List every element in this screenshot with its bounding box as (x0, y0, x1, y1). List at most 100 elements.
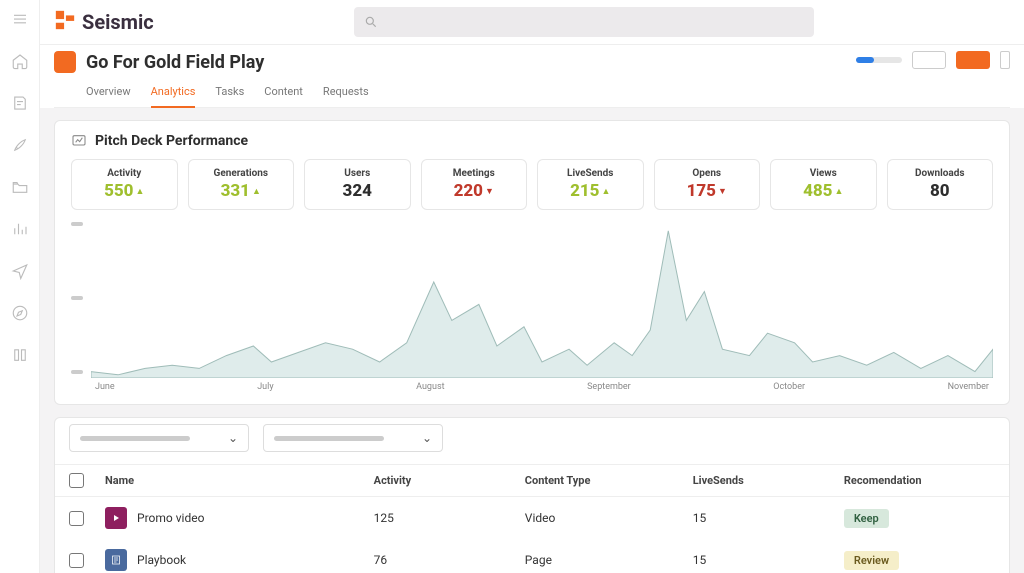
note-icon[interactable] (11, 94, 29, 112)
metric-label: Views (777, 168, 870, 179)
page-header: Go For Gold Field Play OverviewAnalytics… (40, 44, 1024, 108)
chevron-down-icon: ⌄ (228, 431, 238, 445)
progress-indicator (856, 57, 902, 63)
send-icon[interactable] (11, 262, 29, 280)
metric-label: Activity (78, 168, 171, 179)
header-toggle-1[interactable] (912, 51, 946, 69)
row-name: Playbook (137, 553, 186, 567)
performance-chart: June July August September October November (71, 218, 993, 392)
metric-value: 175▼ (687, 181, 727, 201)
col-header-type: Content Type (525, 474, 693, 487)
metric-label: Users (311, 168, 404, 179)
library-icon[interactable] (11, 346, 29, 364)
col-header-name: Name (105, 474, 374, 487)
row-type: Video (525, 511, 693, 525)
brand-logo-icon (54, 9, 76, 35)
row-name: Promo video (137, 511, 204, 525)
metric-livesends[interactable]: LiveSends 215▲ (537, 159, 644, 210)
metric-value: 220▼ (454, 181, 494, 201)
table-row[interactable]: Playbook 76Page15Review (55, 539, 1009, 573)
tab-bar: Overview Analytics Tasks Content Requests (54, 79, 1010, 108)
trend-up-icon: ▲ (136, 186, 145, 197)
table-header-row: Name Activity Content Type LiveSends Rec… (55, 464, 1009, 497)
x-tick: June (95, 382, 115, 392)
trend-up-icon: ▲ (252, 186, 261, 197)
row-checkbox[interactable] (69, 553, 84, 568)
header-toggle-3[interactable] (1000, 51, 1010, 69)
metric-value: 324 (343, 181, 372, 201)
metric-label: Meetings (428, 168, 521, 179)
metric-label: LiveSends (544, 168, 637, 179)
tab-requests[interactable]: Requests (323, 79, 369, 107)
menu-icon[interactable] (11, 10, 29, 28)
x-tick: August (416, 382, 444, 392)
metric-users[interactable]: Users 324 (304, 159, 411, 210)
brand-name: Seismic (82, 10, 154, 34)
home-icon[interactable] (11, 52, 29, 70)
trend-up-icon: ▲ (602, 186, 611, 197)
recommendation-badge: Review (844, 551, 899, 570)
metrics-row: Activity 550▲ Generations 331▲ Users 324 Meeti… (71, 159, 993, 210)
chevron-down-icon: ⌄ (422, 431, 432, 445)
table-row[interactable]: Promo video 125Video15Keep (55, 497, 1009, 539)
metric-label: Generations (195, 168, 288, 179)
col-header-activity: Activity (374, 474, 525, 487)
top-bar: Seismic (40, 0, 1024, 44)
tab-content[interactable]: Content (264, 79, 303, 107)
video-icon (105, 507, 127, 529)
filter-dropdown-2[interactable]: ⌄ (263, 424, 443, 452)
header-controls (856, 51, 1010, 69)
recommendation-badge: Keep (844, 509, 889, 528)
folder-icon[interactable] (11, 178, 29, 196)
brand: Seismic (54, 9, 154, 35)
search-input[interactable] (354, 7, 814, 37)
performance-title: Pitch Deck Performance (95, 133, 248, 149)
metric-value: 80 (930, 181, 950, 201)
tab-tasks[interactable]: Tasks (215, 79, 244, 107)
rocket-icon[interactable] (11, 136, 29, 154)
metric-label: Opens (661, 168, 754, 179)
chart-y-ticks (71, 218, 91, 392)
performance-card: Pitch Deck Performance Activity 550▲ Gener… (54, 120, 1010, 405)
header-toggle-2[interactable] (956, 51, 990, 69)
search-icon (364, 15, 378, 29)
x-tick: November (948, 382, 989, 392)
metric-activity[interactable]: Activity 550▲ (71, 159, 178, 210)
compass-icon[interactable] (11, 304, 29, 322)
page-icon (105, 549, 127, 571)
row-livesends: 15 (693, 511, 844, 525)
trend-down-icon: ▼ (718, 186, 727, 197)
metric-downloads[interactable]: Downloads 80 (887, 159, 994, 210)
row-checkbox[interactable] (69, 511, 84, 526)
trend-up-icon: ▲ (835, 186, 844, 197)
trend-down-icon: ▼ (485, 186, 494, 197)
x-tick: October (773, 382, 805, 392)
page-color-swatch (54, 51, 76, 73)
tab-analytics[interactable]: Analytics (151, 79, 196, 108)
col-header-livesends: LiveSends (693, 474, 844, 487)
chart-icon[interactable] (11, 220, 29, 238)
filter-dropdown-1[interactable]: ⌄ (69, 424, 249, 452)
metric-value: 215▲ (570, 181, 610, 201)
chart-x-axis: June July August September October November (91, 378, 993, 392)
metric-value: 485▲ (803, 181, 843, 201)
row-activity: 76 (374, 553, 525, 567)
row-livesends: 15 (693, 553, 844, 567)
metric-label: Downloads (894, 168, 987, 179)
metric-opens[interactable]: Opens 175▼ (654, 159, 761, 210)
metric-views[interactable]: Views 485▲ (770, 159, 877, 210)
x-tick: September (587, 382, 631, 392)
row-type: Page (525, 553, 693, 567)
content-table-card: ⌄ ⌄ Name Activity Content Type LiveSends… (54, 417, 1010, 573)
select-all-checkbox[interactable] (69, 473, 84, 488)
metric-value: 550▲ (104, 181, 144, 201)
metric-value: 331▲ (221, 181, 261, 201)
metric-generations[interactable]: Generations 331▲ (188, 159, 295, 210)
metric-meetings[interactable]: Meetings 220▼ (421, 159, 528, 210)
col-header-recommendation: Recomendation (844, 474, 995, 487)
x-tick: July (257, 382, 273, 392)
performance-icon (71, 133, 87, 149)
left-nav-rail (0, 0, 40, 573)
tab-overview[interactable]: Overview (86, 79, 131, 107)
row-activity: 125 (374, 511, 525, 525)
